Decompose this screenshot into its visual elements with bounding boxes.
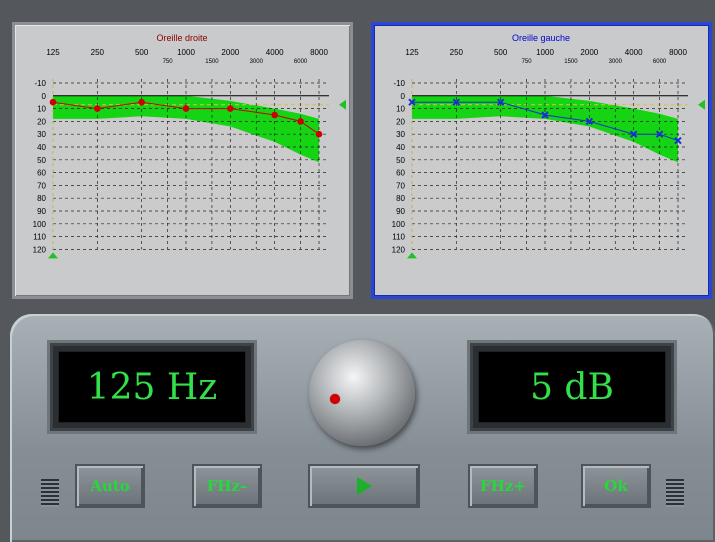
y-tick-label: 10 xyxy=(396,105,405,114)
x-tick-label: 2000 xyxy=(580,48,598,57)
y-tick-label: 120 xyxy=(392,245,406,254)
y-tick-label: 90 xyxy=(396,207,405,216)
threshold-point xyxy=(297,118,304,125)
y-tick-label: 40 xyxy=(37,143,46,152)
x-tick-label-minor: 750 xyxy=(522,59,533,65)
x-tick-label: 8000 xyxy=(669,48,687,57)
frequency-display: 125 Hz xyxy=(47,340,257,434)
y-tick-label: 70 xyxy=(396,181,405,190)
y-tick-label: 60 xyxy=(37,169,46,178)
y-tick-label: 20 xyxy=(396,117,405,126)
play-button[interactable] xyxy=(308,464,420,508)
x-tick-label-minor: 1500 xyxy=(564,59,578,65)
x-tick-label: 1000 xyxy=(536,48,554,57)
frequency-pointer-icon xyxy=(407,252,417,259)
x-tick-label: 1000 xyxy=(177,48,195,57)
x-tick-label: 125 xyxy=(405,48,419,57)
x-tick-label-minor: 1500 xyxy=(205,59,219,65)
left-ear-audiogram-panel: Oreille gauche 125 250 500 1000 2000 4000 8000 7… xyxy=(371,22,712,299)
play-icon xyxy=(356,477,372,495)
knob-indicator-dot xyxy=(330,394,340,404)
threshold-point xyxy=(271,111,278,119)
y-tick-label: 60 xyxy=(396,169,405,178)
threshold-point xyxy=(315,130,323,138)
x-tick-label-minor: 3000 xyxy=(609,59,623,65)
y-tick-label: 80 xyxy=(37,194,46,203)
frequency-down-button[interactable]: FHz– xyxy=(192,464,262,508)
left-ear-audiogram-chart: Oreille gauche125 250 500 1000 2000 4000 80007… xyxy=(392,33,705,259)
chart-title: Oreille gauche xyxy=(512,33,570,43)
x-tick-label-minor: 3000 xyxy=(250,59,264,65)
frequency-readout: 125 Hz xyxy=(58,351,246,423)
y-tick-label: 120 xyxy=(33,245,47,254)
y-tick-label: 40 xyxy=(396,143,405,152)
y-tick-label: 110 xyxy=(392,233,405,242)
ok-button[interactable]: Ok xyxy=(581,464,651,508)
y-tick-label: 50 xyxy=(37,156,46,165)
threshold-point xyxy=(227,105,234,112)
right-ear-audiogram-chart: Oreille droite125 250 500 1000 2000 4000 80007… xyxy=(33,33,346,259)
level-pointer-icon xyxy=(339,99,346,110)
chart-title: Oreille droite xyxy=(156,33,207,43)
x-tick-label-minor: 6000 xyxy=(294,59,308,65)
y-tick-label: -10 xyxy=(393,79,405,88)
x-tick-label: 500 xyxy=(494,48,508,57)
x-tick-label: 4000 xyxy=(266,48,284,57)
right-speaker-grille xyxy=(666,479,684,507)
x-tick-label: 125 xyxy=(46,48,60,57)
level-readout: 5 dB xyxy=(478,351,666,423)
threshold-point xyxy=(182,105,190,112)
y-tick-label: 0 xyxy=(401,92,406,101)
x-tick-label: 4000 xyxy=(625,48,643,57)
x-tick-label-minor: 6000 xyxy=(653,59,667,65)
threshold-point xyxy=(138,98,145,106)
control-console: 125 Hz 5 dB Auto FHz– FHz+ Ok xyxy=(10,314,715,542)
y-tick-label: 70 xyxy=(37,181,46,190)
level-pointer-icon xyxy=(698,99,705,110)
threshold-point xyxy=(49,98,57,106)
right-ear-audiogram-panel: Oreille droite 125 250 500 1000 2000 4000 8000 7… xyxy=(12,22,353,299)
left-speaker-grille xyxy=(41,479,59,507)
y-tick-label: 100 xyxy=(33,220,47,229)
threshold-point xyxy=(94,105,101,112)
x-tick-label: 500 xyxy=(135,48,149,57)
x-tick-label: 250 xyxy=(450,48,464,57)
y-tick-label: 80 xyxy=(396,194,405,203)
x-tick-label: 2000 xyxy=(221,48,239,57)
y-tick-label: 0 xyxy=(42,92,47,101)
y-tick-label: 90 xyxy=(37,207,46,216)
level-display: 5 dB xyxy=(467,340,677,434)
x-tick-label-minor: 750 xyxy=(163,59,174,65)
x-tick-label: 8000 xyxy=(310,48,328,57)
y-tick-label: -10 xyxy=(34,79,46,88)
level-knob[interactable] xyxy=(309,340,415,446)
frequency-pointer-icon xyxy=(48,252,58,259)
auto-button[interactable]: Auto xyxy=(75,464,145,508)
y-tick-label: 30 xyxy=(396,130,405,139)
frequency-up-button[interactable]: FHz+ xyxy=(468,464,538,508)
y-tick-label: 50 xyxy=(396,156,405,165)
y-tick-label: 100 xyxy=(392,220,406,229)
y-tick-label: 110 xyxy=(33,233,46,242)
y-tick-label: 10 xyxy=(37,105,46,114)
y-tick-label: 20 xyxy=(37,117,46,126)
x-tick-label: 250 xyxy=(91,48,105,57)
y-tick-label: 30 xyxy=(37,130,46,139)
